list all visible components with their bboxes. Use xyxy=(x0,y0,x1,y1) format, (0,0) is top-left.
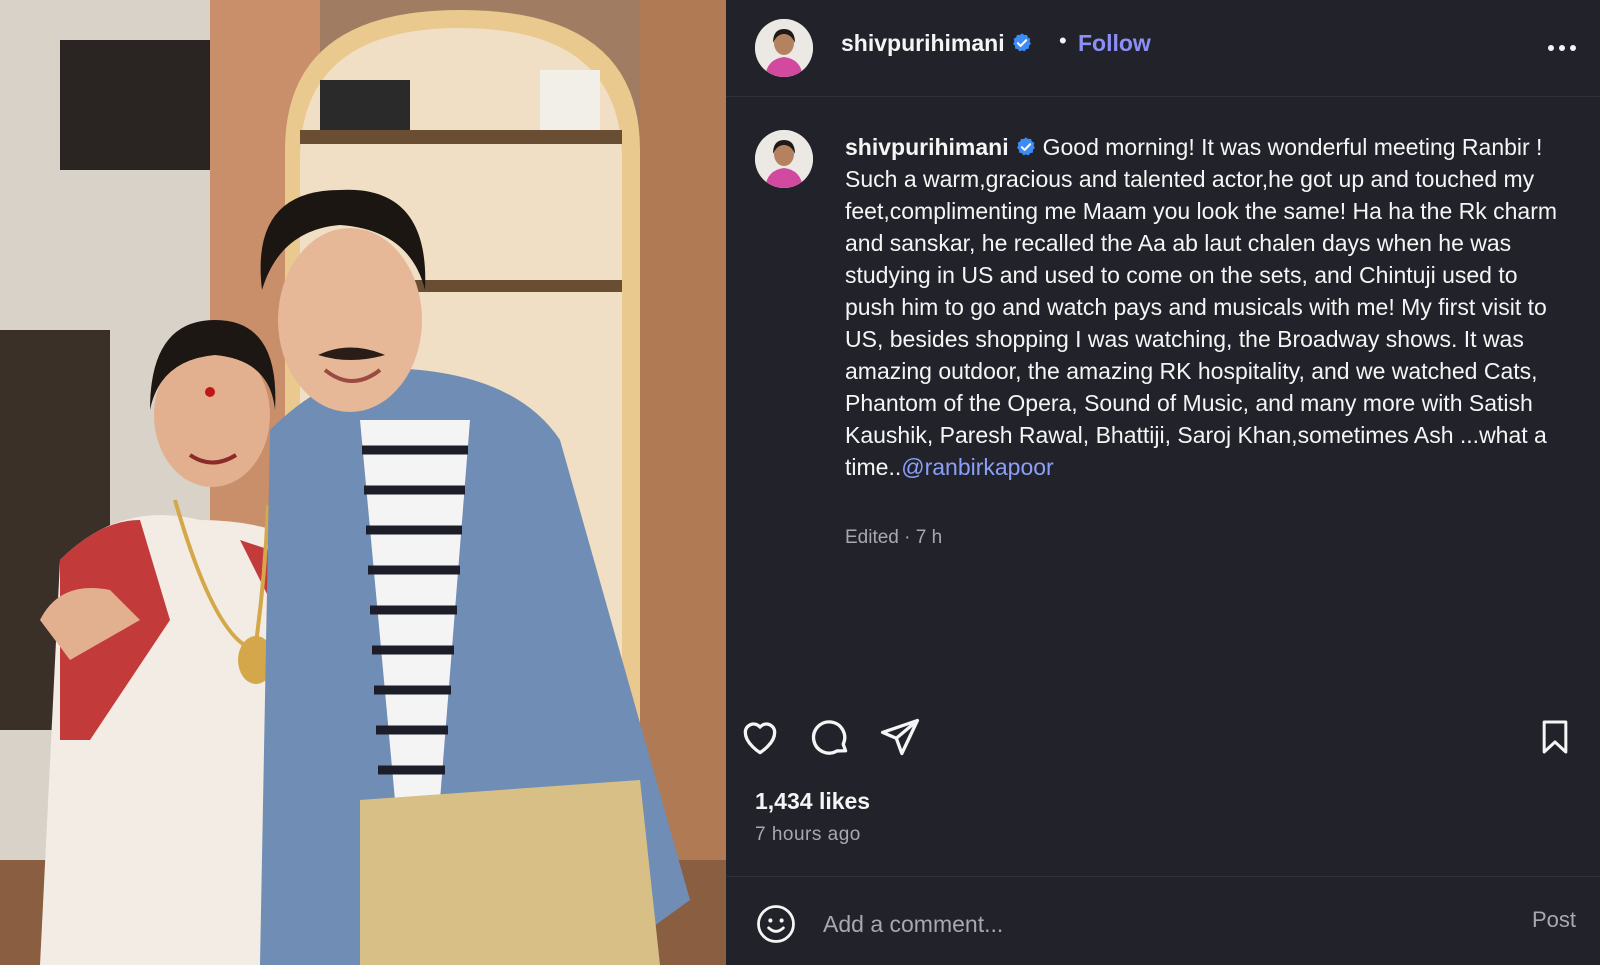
heart-icon[interactable] xyxy=(736,713,784,761)
comment-input[interactable] xyxy=(823,903,1463,945)
comment-icon[interactable] xyxy=(806,713,854,761)
share-icon[interactable] xyxy=(876,713,924,761)
separator-dot: • xyxy=(1059,28,1067,53)
post-caption: shivpurihimani Good morning! It was wonde… xyxy=(845,131,1565,483)
post-comment-button[interactable]: Post xyxy=(1532,907,1576,933)
post-actions xyxy=(726,713,1600,761)
avatar[interactable] xyxy=(755,19,813,77)
username-text[interactable]: shivpurihimani xyxy=(841,30,1005,56)
caption-avatar[interactable] xyxy=(755,130,813,188)
caption-edited-time: Edited · 7 h xyxy=(845,527,943,548)
emoji-icon[interactable] xyxy=(755,903,797,945)
verified-badge-icon xyxy=(1016,137,1035,156)
like-count[interactable]: 1,434 likes xyxy=(755,788,870,815)
comment-bar: Post xyxy=(726,876,1600,965)
post-photo[interactable] xyxy=(0,0,726,965)
mention-link[interactable]: @ranbirkapoor xyxy=(901,454,1053,480)
follow-button[interactable]: Follow xyxy=(1078,30,1151,57)
post-detail-panel: shivpurihimani • Follow shivpurihimani Go… xyxy=(726,0,1600,965)
more-icon[interactable] xyxy=(1542,30,1582,66)
caption-username[interactable]: shivpurihimani xyxy=(845,134,1009,160)
bookmark-icon[interactable] xyxy=(1531,713,1579,761)
post-timestamp[interactable]: 7 hours ago xyxy=(755,824,861,846)
verified-badge-icon xyxy=(1012,33,1031,52)
post-header: shivpurihimani • Follow xyxy=(726,0,1600,97)
caption-text: Good morning! It was wonderful meeting R… xyxy=(845,134,1558,480)
header-username[interactable]: shivpurihimani xyxy=(841,30,1033,57)
